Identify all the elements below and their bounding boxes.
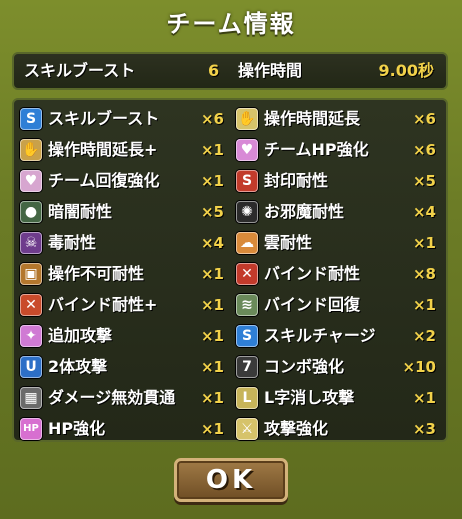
awakening-row: 7 コンボ強化 ×10 (236, 352, 436, 382)
awakening-row: ✺ お邪魔耐性 ×4 (236, 197, 436, 227)
two-pronged-attack-icon: U (20, 356, 42, 378)
awakening-count: ×1 (200, 172, 224, 190)
awakening-count: ×1 (200, 420, 224, 438)
extend-time-icon: ✋ (236, 108, 258, 130)
awakening-label: コンボ強化 (264, 357, 345, 376)
awakening-row: ☠ 毒耐性 ×4 (20, 228, 224, 258)
awakening-label: バインド耐性+ (48, 295, 158, 314)
awakening-count: ×6 (200, 110, 224, 128)
skill-bind-resist-icon: S (236, 170, 258, 192)
awakening-label: バインド回復 (264, 295, 361, 314)
team-hp-boost-icon: ♥ (236, 139, 258, 161)
awakening-row: S スキルブースト ×6 (20, 104, 224, 134)
unable-to-move-resist-icon: ▣ (20, 263, 42, 285)
awakening-label: 操作不可耐性 (48, 264, 145, 283)
awakening-row: S スキルチャージ ×2 (236, 321, 436, 351)
jammer-resist-icon: ✺ (236, 201, 258, 223)
awakening-count: ×1 (200, 389, 224, 407)
awakening-count: ×1 (200, 141, 224, 159)
enhanced-hp-icon: HP (20, 418, 42, 440)
awakening-row: ♥ チームHP強化 ×6 (236, 135, 436, 165)
awakening-label: チーム回復強化 (48, 171, 160, 190)
awakening-label: 暗闇耐性 (48, 202, 113, 221)
awakening-count: ×5 (200, 203, 224, 221)
awakening-count: ×10 (402, 358, 436, 376)
awakening-label: 操作時間延長 (264, 109, 361, 128)
team-info-window: チーム情報 スキルブースト 6 操作時間 9.00秒 S スキルブースト ×6 ✋ 操作… (0, 0, 462, 519)
team-rcv-boost-icon: ♥ (20, 170, 42, 192)
awakening-row: L L字消し攻撃 ×1 (236, 383, 436, 413)
awakening-label: ダメージ無効貫通 (48, 388, 176, 407)
awakening-label: 操作時間延長+ (48, 140, 158, 159)
awakening-row: ⚔ 攻撃強化 ×3 (236, 414, 436, 444)
blind-resist-icon: ● (20, 201, 42, 223)
awakening-count: ×1 (412, 234, 436, 252)
move-time-label: 操作時間 (238, 61, 303, 80)
enhanced-attack-icon: ⚔ (236, 418, 258, 440)
awakening-count: ×1 (200, 327, 224, 345)
poison-resist-icon: ☠ (20, 232, 42, 254)
move-time-value: 9.00秒 (378, 61, 434, 80)
bind-recovery-icon: ≋ (236, 294, 258, 316)
additional-attack-icon: ✦ (20, 325, 42, 347)
awakening-list-panel: S スキルブースト ×6 ✋ 操作時間延長+ ×1 ♥ チーム回復強化 ×1 ● 暗闇耐性 ×5 ☠ 毒耐… (12, 98, 448, 442)
awakening-row: ✋ 操作時間延長+ ×1 (20, 135, 224, 165)
awakening-count: ×1 (200, 265, 224, 283)
l-shape-attack-icon: L (236, 387, 258, 409)
awakening-row: ✦ 追加攻撃 ×1 (20, 321, 224, 351)
awakening-row: ▣ 操作不可耐性 ×1 (20, 259, 224, 289)
awakening-row: ✕ バインド耐性+ ×1 (20, 290, 224, 320)
awakening-row: ☁ 雲耐性 ×1 (236, 228, 436, 258)
page-title: チーム情報 (166, 10, 296, 38)
awakening-count: ×5 (412, 172, 436, 190)
awakening-row: ▦ ダメージ無効貫通 ×1 (20, 383, 224, 413)
awakening-count: ×1 (200, 296, 224, 314)
skill-boost-total-label: スキルブースト (24, 61, 136, 80)
skill-boost-icon: S (20, 108, 42, 130)
awakening-row: ≋ バインド回復 ×1 (236, 290, 436, 320)
awakening-label: スキルチャージ (264, 326, 376, 345)
awakening-label: お邪魔耐性 (264, 202, 345, 221)
awakening-row: HP HP強化 ×1 (20, 414, 224, 444)
awakening-row: ● 暗闇耐性 ×5 (20, 197, 224, 227)
awakening-count: ×4 (412, 203, 436, 221)
bind-resist-plus-icon: ✕ (20, 294, 42, 316)
awakening-count: ×2 (412, 327, 436, 345)
awakening-label: チームHP強化 (264, 140, 369, 159)
ok-button-label: OK (205, 465, 257, 495)
awakening-count: ×8 (412, 265, 436, 283)
awakening-row: ✕ バインド耐性 ×8 (236, 259, 436, 289)
awakening-label: 雲耐性 (264, 233, 313, 252)
awakening-count: ×6 (412, 141, 436, 159)
awakening-label: L字消し攻撃 (264, 388, 355, 407)
awakening-label: 封印耐性 (264, 171, 329, 190)
skill-charge-icon: S (236, 325, 258, 347)
awakening-label: 毒耐性 (48, 233, 97, 252)
summary-bar: スキルブースト 6 操作時間 9.00秒 (12, 52, 448, 90)
awakening-count: ×1 (412, 389, 436, 407)
awakening-count: ×6 (412, 110, 436, 128)
awakening-row: ✋ 操作時間延長 ×6 (236, 104, 436, 134)
void-damage-piercer-icon: ▦ (20, 387, 42, 409)
awakening-label: バインド耐性 (264, 264, 361, 283)
awakening-count: ×3 (412, 420, 436, 438)
awakening-row: S 封印耐性 ×5 (236, 166, 436, 196)
bind-resist-icon: ✕ (236, 263, 258, 285)
skill-boost-total-value: 6 (208, 61, 220, 80)
awakening-label: 2体攻撃 (48, 357, 108, 376)
awakening-count: ×4 (200, 234, 224, 252)
awakening-count: ×1 (412, 296, 436, 314)
cloud-resist-icon: ☁ (236, 232, 258, 254)
combo-boost-icon: 7 (236, 356, 258, 378)
awakening-label: HP強化 (48, 419, 106, 438)
awakening-label: スキルブースト (48, 109, 160, 128)
awakening-count: ×1 (200, 358, 224, 376)
extend-time-plus-icon: ✋ (20, 139, 42, 161)
ok-button[interactable]: OK (174, 458, 288, 502)
awakening-label: 追加攻撃 (48, 326, 113, 345)
awakening-row: ♥ チーム回復強化 ×1 (20, 166, 224, 196)
awakening-label: 攻撃強化 (264, 419, 329, 438)
awakening-row: U 2体攻撃 ×1 (20, 352, 224, 382)
